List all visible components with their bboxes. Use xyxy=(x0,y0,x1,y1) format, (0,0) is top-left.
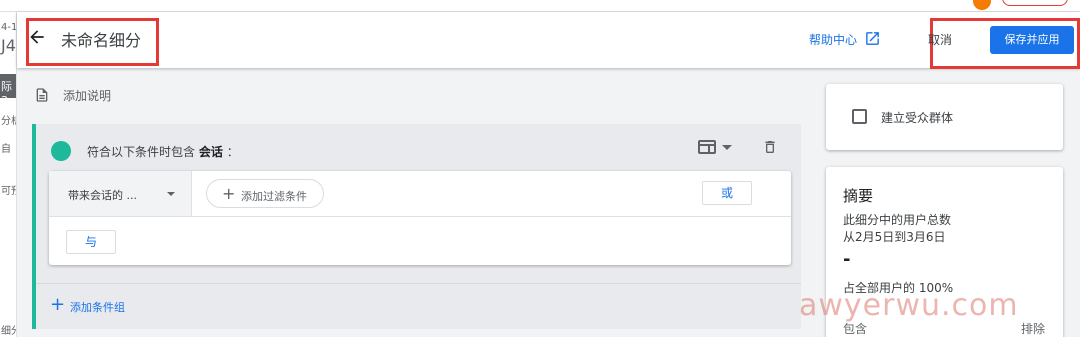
cancel-button[interactable]: 取消 xyxy=(928,31,952,48)
and-button[interactable]: 与 xyxy=(66,230,116,254)
group-label-suffix: ： xyxy=(226,145,239,159)
sliver-text: J4 xyxy=(1,36,16,55)
sliver-text: 4-1 xyxy=(1,22,17,33)
divider xyxy=(49,216,791,217)
watermark: awyerwu.com xyxy=(799,288,1019,323)
build-audience-checkbox[interactable] xyxy=(852,109,867,124)
group-footer: + 添加条件组 xyxy=(36,283,801,329)
browser-pill-button[interactable] xyxy=(1002,0,1068,6)
chevron-down-icon xyxy=(167,192,175,196)
condition-group: 符合以下条件时包含 会话 ： 带来会话的 ... + 添加过滤条件 或 与 + … xyxy=(32,124,801,329)
dimension-select-value: 带来会话的 ... xyxy=(68,189,137,202)
profile-avatar[interactable] xyxy=(973,0,991,10)
plus-icon: + xyxy=(222,184,236,203)
group-label-prefix: 符合以下条件时包含 xyxy=(87,145,196,159)
save-and-apply-button[interactable]: 保存并应用 xyxy=(990,26,1074,54)
sliver-dark-item: 际3 xyxy=(0,74,16,107)
help-center-link[interactable]: 帮助中心 xyxy=(809,31,857,48)
sliver-text: 细分 xyxy=(1,326,16,337)
build-audience-label[interactable]: 建立受众群体 xyxy=(881,109,953,126)
scope-selector-icon[interactable] xyxy=(698,140,716,154)
add-filter-label: 添加过滤条件 xyxy=(241,190,307,203)
group-status-dot xyxy=(51,141,71,161)
dimension-select[interactable]: 带来会话的 ... xyxy=(49,171,192,216)
summary-description: 此细分中的用户总数 xyxy=(843,213,952,227)
group-label: 符合以下条件时包含 会话 ： xyxy=(87,143,239,160)
group-scope-label: 会话 xyxy=(198,145,223,159)
summary-title: 摘要 xyxy=(843,187,874,205)
add-filter-button[interactable]: + 添加过滤条件 xyxy=(206,179,324,208)
exclude-tab[interactable]: 排除 xyxy=(1021,320,1045,337)
sliver-text: 际3 xyxy=(1,80,12,107)
segment-title[interactable]: 未命名细分 xyxy=(61,27,141,51)
description-icon xyxy=(36,88,48,102)
browser-url-strip xyxy=(0,0,1080,12)
condition-card: 带来会话的 ... + 添加过滤条件 或 与 xyxy=(49,171,791,265)
summary-user-count: - xyxy=(843,249,851,270)
add-condition-group-link[interactable]: 添加条件组 xyxy=(70,299,125,315)
chevron-down-icon[interactable] xyxy=(722,145,732,150)
sliver-text: 分析 xyxy=(1,116,16,127)
open-in-new-icon[interactable] xyxy=(864,30,881,47)
plus-icon: + xyxy=(50,294,66,315)
or-button[interactable]: 或 xyxy=(702,181,752,205)
background-page-sliver: 4-1 J4 际3 分析 自 可预 细分 xyxy=(0,12,17,337)
sliver-text: 自 xyxy=(1,144,11,155)
delete-icon[interactable] xyxy=(762,138,778,156)
summary-date-range: 从2月5日到3月6日 xyxy=(843,230,946,244)
back-arrow-icon[interactable] xyxy=(27,27,47,47)
segment-editor-header: 未命名细分 帮助中心 取消 保存并应用 xyxy=(17,12,1080,69)
add-description-link[interactable]: 添加说明 xyxy=(63,87,111,104)
audience-card: 建立受众群体 xyxy=(826,84,1063,150)
sliver-text: 可预 xyxy=(1,186,16,197)
